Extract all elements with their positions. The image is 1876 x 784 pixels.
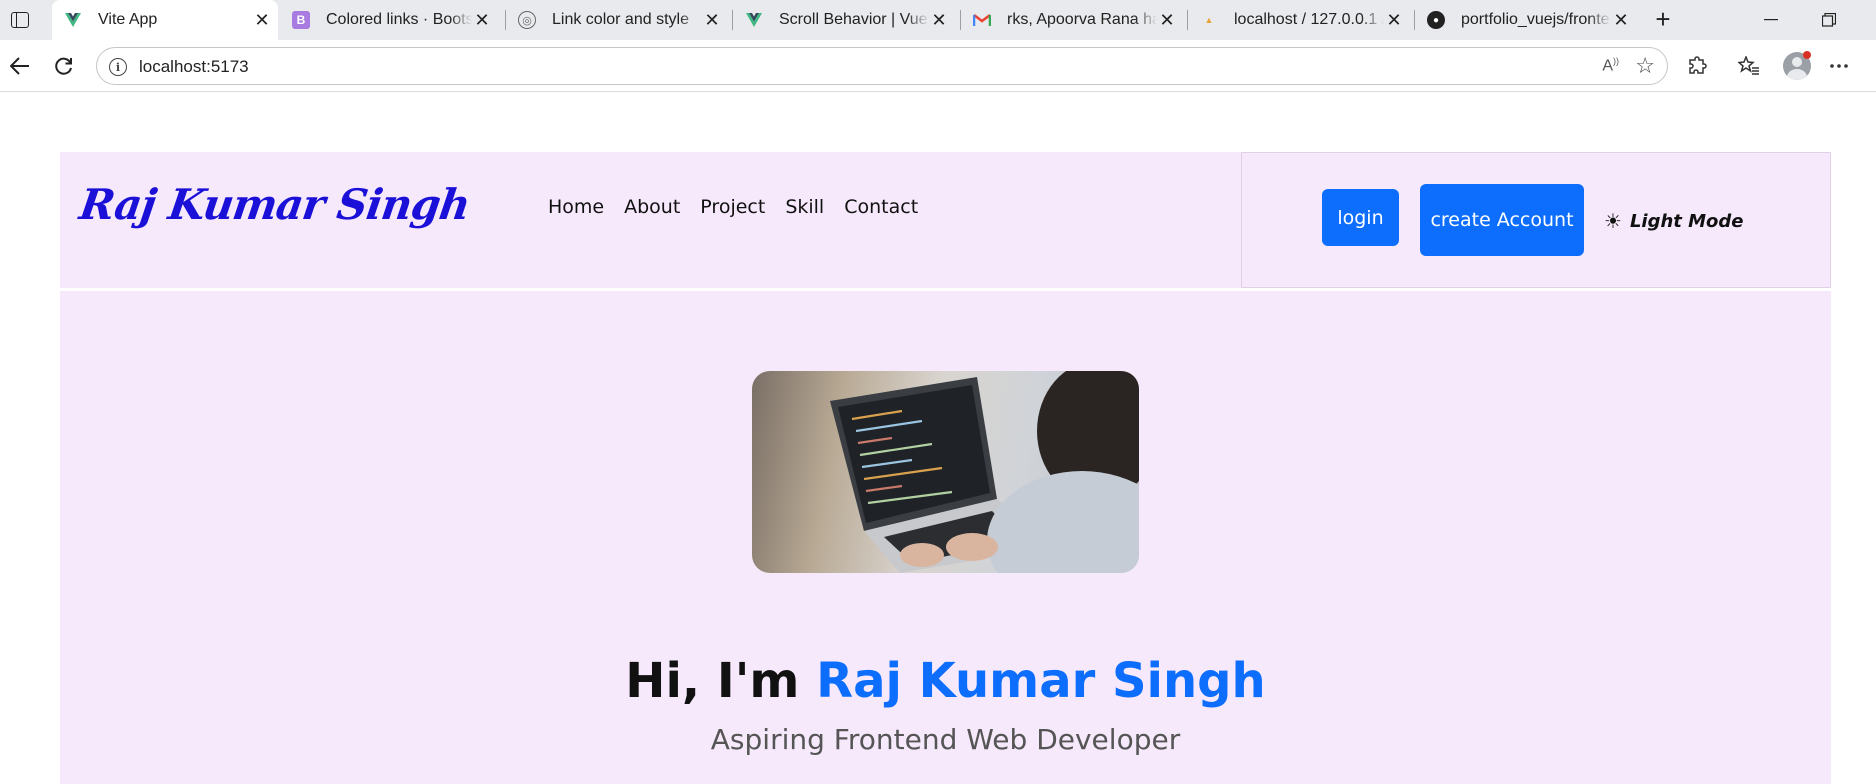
tab-phpmyadmin[interactable]: ▲ localhost / 127.0.0.1 / portfolio ✕ bbox=[1188, 2, 1410, 38]
nav-link-about[interactable]: About bbox=[624, 196, 680, 218]
close-tab-icon[interactable]: ✕ bbox=[252, 10, 272, 30]
tab-title: Vite App bbox=[98, 11, 158, 28]
more-options-icon[interactable] bbox=[1825, 52, 1853, 80]
close-tab-icon[interactable]: ✕ bbox=[1157, 10, 1177, 30]
tab-strip: Vite App ✕ B Colored links · Bootstrap ✕… bbox=[0, 0, 1876, 40]
tab-bootstrap[interactable]: B Colored links · Bootstrap ✕ bbox=[280, 2, 498, 38]
favorites-icon[interactable] bbox=[1735, 52, 1763, 80]
notification-dot bbox=[1803, 51, 1811, 59]
close-tab-icon[interactable]: ✕ bbox=[702, 10, 722, 30]
address-bar[interactable]: i localhost:5173 A)) ☆ bbox=[96, 47, 1668, 85]
tab-scroll-behavior[interactable]: Scroll Behavior | Vue Router ✕ bbox=[733, 2, 955, 38]
hero-subtitle: Aspiring Frontend Web Developer bbox=[710, 723, 1181, 756]
restore-icon[interactable] bbox=[1806, 4, 1852, 36]
nav-link-skill[interactable]: Skill bbox=[785, 196, 824, 218]
create-account-button[interactable]: create Account bbox=[1420, 184, 1584, 256]
tab-title: Colored links · Bootstrap bbox=[326, 11, 472, 28]
tab-title: localhost / 127.0.0.1 / portfolio bbox=[1234, 11, 1384, 28]
login-button[interactable]: login bbox=[1322, 189, 1399, 246]
browser-toolbar: i localhost:5173 A)) ☆ bbox=[0, 40, 1876, 92]
vue-icon bbox=[64, 11, 82, 29]
site-header: Raj Kumar Singh Home About Project Skill… bbox=[60, 152, 1831, 288]
favorite-star-icon[interactable]: ☆ bbox=[1635, 53, 1655, 79]
tab-title: Link color and style bbox=[552, 11, 689, 28]
read-aloud-icon[interactable]: A)) bbox=[1602, 56, 1619, 75]
new-tab-icon[interactable]: + bbox=[1648, 4, 1678, 34]
tab-title: portfolio_vuejs/frontend bbox=[1461, 11, 1611, 28]
globe-icon: ◎ bbox=[518, 11, 536, 29]
tab-title: Scroll Behavior | Vue Router bbox=[779, 11, 929, 28]
main-nav: Home About Project Skill Contact bbox=[548, 196, 918, 218]
nav-link-home[interactable]: Home bbox=[548, 196, 604, 218]
reload-icon[interactable] bbox=[48, 50, 80, 82]
site-info-icon[interactable]: i bbox=[109, 58, 127, 76]
close-tab-icon[interactable]: ✕ bbox=[929, 10, 949, 30]
bootstrap-icon: B bbox=[292, 11, 310, 29]
tab-vite-app[interactable]: Vite App ✕ bbox=[52, 0, 278, 40]
theme-mode-label: Light Mode bbox=[1629, 211, 1744, 232]
url-text[interactable]: localhost:5173 bbox=[139, 57, 249, 77]
theme-toggle[interactable]: ☀ Light Mode bbox=[1604, 209, 1744, 234]
brand-logo[interactable]: Raj Kumar Singh bbox=[77, 180, 473, 229]
close-tab-icon[interactable]: ✕ bbox=[472, 10, 492, 30]
close-tab-icon[interactable]: ✕ bbox=[1611, 10, 1631, 30]
close-tab-icon[interactable]: ✕ bbox=[1384, 10, 1404, 30]
extensions-icon[interactable] bbox=[1684, 52, 1712, 80]
page-viewport: Raj Kumar Singh Home About Project Skill… bbox=[0, 93, 1876, 784]
tab-title: rks, Apoorva Rana has bbox=[1007, 11, 1157, 28]
nav-link-project[interactable]: Project bbox=[700, 196, 765, 218]
tab-link-color[interactable]: ◎ Link color and style ✕ bbox=[506, 2, 728, 38]
nav-link-contact[interactable]: Contact bbox=[844, 196, 918, 218]
auth-panel: login create Account ☀ Light Mode bbox=[1241, 152, 1831, 288]
hero-image bbox=[752, 371, 1139, 573]
minimize-icon[interactable] bbox=[1748, 4, 1794, 36]
back-icon[interactable] bbox=[4, 50, 36, 82]
sun-icon: ☀ bbox=[1604, 211, 1622, 233]
github-icon: ● bbox=[1427, 11, 1445, 29]
hero-heading: Hi, I'm Raj Kumar Singh bbox=[60, 653, 1831, 709]
gmail-icon bbox=[973, 11, 991, 29]
sidebar-toggle-icon[interactable] bbox=[6, 6, 34, 34]
vue-icon bbox=[745, 11, 763, 29]
hero-greeting: Hi, I'm bbox=[625, 653, 817, 709]
tab-gmail[interactable]: rks, Apoorva Rana has ✕ bbox=[961, 2, 1183, 38]
tab-github[interactable]: ● portfolio_vuejs/frontend ✕ bbox=[1415, 2, 1637, 38]
hero-section: Hi, I'm Raj Kumar Singh Aspiring Fronten… bbox=[60, 291, 1831, 784]
phpmyadmin-icon: ▲ bbox=[1204, 15, 1214, 25]
hero-name: Raj Kumar Singh bbox=[816, 653, 1266, 709]
